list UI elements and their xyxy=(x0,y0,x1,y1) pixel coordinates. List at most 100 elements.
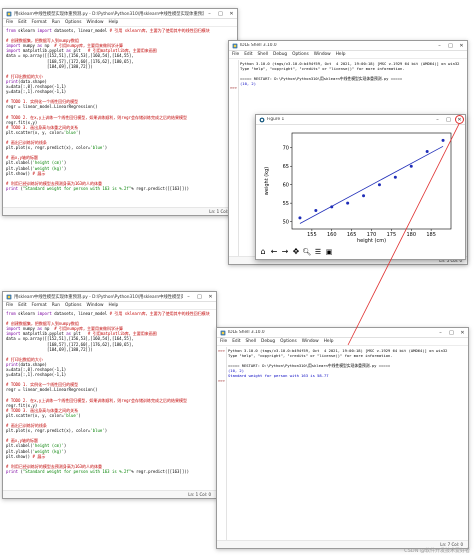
menu-debug[interactable]: Debug xyxy=(273,52,287,57)
data-point xyxy=(393,175,397,179)
data-point xyxy=(441,138,445,142)
data-point xyxy=(425,149,429,153)
shell-prompt: >>> xyxy=(230,85,237,90)
watermark: CSDN @软件开发技术爱好者 xyxy=(404,548,470,554)
code-line: print ("Standard weight for person with … xyxy=(6,468,190,474)
minimize-icon[interactable]: – xyxy=(432,115,443,124)
menu-format[interactable]: Format xyxy=(32,303,47,308)
shell-output[interactable]: Python 3.10.0 (tags/v3.10.0:b494f59, Oct… xyxy=(228,348,462,378)
x-tick-label: 180 xyxy=(406,232,416,238)
menu-format[interactable]: Format xyxy=(32,20,47,25)
code-editor-area[interactable]: from sklearn import datasets, linear_mod… xyxy=(3,27,237,207)
menu-window[interactable]: Window xyxy=(87,20,104,25)
menu-window[interactable]: Window xyxy=(302,339,319,344)
shell-menubar: File Edit Shell Debug Options Window Help xyxy=(229,51,467,59)
menu-run[interactable]: Run xyxy=(52,20,60,25)
editor-window-bottom: 用sklearn中线性模型实现体重预测.py - D:\Python\Pytho… xyxy=(2,291,217,499)
save-icon[interactable]: ▣ xyxy=(324,247,334,257)
shell-window-bottom: IDLE Shell 3.10.0 – □ ✕ File Edit Shell Deb… xyxy=(216,327,469,549)
menu-options[interactable]: Options xyxy=(65,20,82,25)
y-tick-label: 65 xyxy=(283,164,289,170)
menu-file[interactable]: File xyxy=(220,339,227,344)
regression-line xyxy=(299,145,444,224)
status-bar: Ln: 1 Col: 0 xyxy=(3,490,216,498)
x-axis-label: height (cm) xyxy=(357,238,386,244)
python-file-icon xyxy=(6,294,12,299)
editor-titlebar[interactable]: 用sklearn中线性模型实现体重预测.py - D:\Python\Pytho… xyxy=(3,9,237,19)
zoom-icon[interactable]: 🔍︎ xyxy=(302,247,312,257)
x-tick-label: 160 xyxy=(327,232,337,238)
figure-titlebar[interactable]: Figure 1 – □ ✕ xyxy=(256,115,465,125)
editor-titlebar[interactable]: 用sklearn中线性模型实现体重预测.py - D:\Python\Pytho… xyxy=(3,292,216,302)
pan-icon[interactable]: ✥ xyxy=(291,247,301,257)
editor-window-top: 用sklearn中线性模型实现体重预测.py - D:\Python\Pytho… xyxy=(2,8,238,216)
back-icon[interactable]: ← xyxy=(269,247,279,257)
close-icon[interactable]: ✕ xyxy=(205,292,216,301)
menu-file[interactable]: File xyxy=(232,52,239,57)
minimize-icon[interactable]: – xyxy=(183,292,194,301)
close-icon[interactable]: ✕ xyxy=(226,9,237,18)
matplotlib-icon xyxy=(259,117,265,122)
menu-edit[interactable]: Edit xyxy=(232,339,240,344)
menu-help[interactable]: Help xyxy=(336,52,346,57)
scatter-chart: 155 160 165 170 175 180 1855055606570height (c… xyxy=(264,132,452,244)
menu-file[interactable]: File xyxy=(6,303,13,308)
forward-icon[interactable]: → xyxy=(280,247,290,257)
menu-shell[interactable]: Shell xyxy=(258,52,268,57)
x-tick-label: 185 xyxy=(426,232,436,238)
maximize-icon[interactable]: □ xyxy=(443,115,454,124)
menu-edit[interactable]: Edit xyxy=(18,20,26,25)
shell-prompt: >>> xyxy=(218,378,225,383)
menu-window[interactable]: Window xyxy=(314,52,331,57)
close-icon[interactable]: ✕ xyxy=(456,41,467,50)
code-line: print ("Standard weight for person with … xyxy=(6,185,190,191)
shell-titlebar[interactable]: IDLE Shell 3.10.0 – □ ✕ xyxy=(217,328,468,338)
data-point xyxy=(330,205,334,209)
close-icon[interactable]: ✕ xyxy=(455,115,464,124)
figure-window: Figure 1 – □ ✕ 155 160 165 170 175 180 185 50 55… xyxy=(255,114,466,260)
maximize-icon[interactable]: □ xyxy=(215,9,226,18)
code-line: from sklearn import datasets, linear_mod… xyxy=(6,311,210,316)
menu-options[interactable]: Options xyxy=(280,339,297,344)
figure-toolbar: ⌂ ← → ✥ 🔍︎ ☰ ▣ xyxy=(258,246,334,257)
shell-output[interactable]: Python 3.10.0 (tags/v3.10.0:b494f59, Oct… xyxy=(240,61,461,86)
data-point xyxy=(298,216,302,220)
maximize-icon[interactable]: □ xyxy=(194,292,205,301)
minimize-icon[interactable]: – xyxy=(434,41,445,50)
menu-options[interactable]: Options xyxy=(292,52,309,57)
configure-icon[interactable]: ☰ xyxy=(313,247,323,257)
menu-file[interactable]: File xyxy=(6,20,13,25)
figure-title: Figure 1 xyxy=(267,117,285,122)
shell-title: IDLE Shell 3.10.0 xyxy=(240,43,277,48)
shell-line: (10, 2) xyxy=(240,81,257,86)
home-icon[interactable]: ⌂ xyxy=(258,247,268,257)
menu-edit[interactable]: Edit xyxy=(18,303,26,308)
menu-help[interactable]: Help xyxy=(108,20,118,25)
menu-run[interactable]: Run xyxy=(52,303,60,308)
y-tick-label: 70 xyxy=(283,145,289,151)
code-line: from sklearn import datasets, linear_mod… xyxy=(6,28,210,33)
y-axis-label: weight (kg) xyxy=(264,167,270,195)
minimize-icon[interactable]: – xyxy=(204,9,215,18)
code-line: # TODO 2. 在x,y上训练一个线性回归模型，如果训练顺利，则regr会存… xyxy=(6,397,187,403)
menu-debug[interactable]: Debug xyxy=(261,339,275,344)
minimize-icon[interactable]: – xyxy=(435,328,446,337)
menu-options[interactable]: Options xyxy=(65,303,82,308)
menu-help[interactable]: Help xyxy=(108,303,118,308)
x-tick-label: 155 xyxy=(307,232,317,238)
menu-shell[interactable]: Shell xyxy=(246,339,256,344)
code-editor-area[interactable]: from sklearn import datasets, linear_mod… xyxy=(3,310,216,490)
shell-menubar: File Edit Shell Debug Options Window Help xyxy=(217,338,468,346)
menu-help[interactable]: Help xyxy=(324,339,334,344)
python-file-icon xyxy=(6,11,12,16)
menu-window[interactable]: Window xyxy=(87,303,104,308)
close-icon[interactable]: ✕ xyxy=(457,328,468,337)
maximize-icon[interactable]: □ xyxy=(445,41,456,50)
menu-edit[interactable]: Edit xyxy=(244,52,252,57)
editor-title: 用sklearn中线性模型实现体重预测.py - D:\Python\Pytho… xyxy=(14,11,204,17)
y-tick-label: 50 xyxy=(283,219,289,225)
data-point xyxy=(314,209,318,213)
python-shell-icon xyxy=(220,330,226,335)
maximize-icon[interactable]: □ xyxy=(446,328,457,337)
shell-titlebar[interactable]: IDLE Shell 3.10.0 – □ ✕ xyxy=(229,41,467,51)
